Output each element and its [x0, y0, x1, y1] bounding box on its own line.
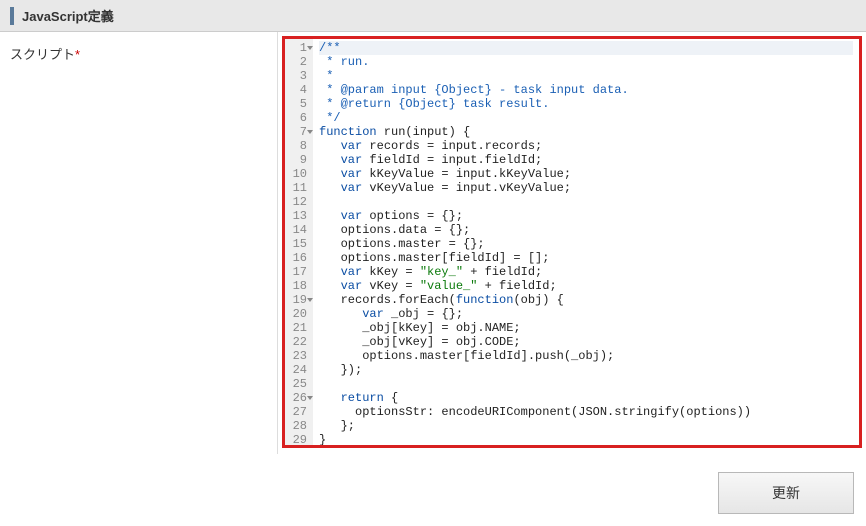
footer: 更新: [0, 454, 866, 526]
code-line[interactable]: *: [319, 69, 853, 83]
line-number: 30: [289, 447, 307, 448]
section-header: JavaScript定義: [0, 0, 866, 32]
right-pane: 1234567891011121314151617181920212223242…: [278, 32, 866, 454]
code-line[interactable]: options.data = {};: [319, 223, 853, 237]
line-number: 2: [289, 55, 307, 69]
code-line[interactable]: optionsStr: encodeURIComponent(JSON.stri…: [319, 405, 853, 419]
script-label: スクリプト: [10, 47, 75, 62]
line-number: 27: [289, 405, 307, 419]
code-body[interactable]: /** * run. * * @param input {Object} - t…: [313, 39, 859, 448]
left-pane: スクリプト*: [0, 32, 278, 454]
code-line[interactable]: * @return {Object} task result.: [319, 97, 853, 111]
code-line[interactable]: options.master[fieldId] = [];: [319, 251, 853, 265]
code-line[interactable]: return {: [319, 391, 853, 405]
code-line[interactable]: var vKeyValue = input.vKeyValue;: [319, 181, 853, 195]
code-line[interactable]: /**: [319, 41, 853, 55]
line-number: 17: [289, 265, 307, 279]
code-line[interactable]: [319, 447, 853, 448]
line-number: 23: [289, 349, 307, 363]
code-line[interactable]: var options = {};: [319, 209, 853, 223]
line-number: 10: [289, 167, 307, 181]
code-line[interactable]: * @param input {Object} - task input dat…: [319, 83, 853, 97]
line-number: 22: [289, 335, 307, 349]
header-accent: [10, 7, 14, 25]
line-number: 13: [289, 209, 307, 223]
code-line[interactable]: }: [319, 433, 853, 447]
line-number: 12: [289, 195, 307, 209]
line-number: 4: [289, 83, 307, 97]
line-gutter: 1234567891011121314151617181920212223242…: [285, 39, 313, 448]
code-line[interactable]: _obj[kKey] = obj.NAME;: [319, 321, 853, 335]
code-line[interactable]: });: [319, 363, 853, 377]
code-line[interactable]: */: [319, 111, 853, 125]
code-line[interactable]: function run(input) {: [319, 125, 853, 139]
code-line[interactable]: var kKey = "key_" + fieldId;: [319, 265, 853, 279]
code-line[interactable]: * run.: [319, 55, 853, 69]
line-number: 6: [289, 111, 307, 125]
code-line[interactable]: var _obj = {};: [319, 307, 853, 321]
line-number: 18: [289, 279, 307, 293]
line-number: 25: [289, 377, 307, 391]
line-number: 9: [289, 153, 307, 167]
code-line[interactable]: var kKeyValue = input.kKeyValue;: [319, 167, 853, 181]
line-number: 29: [289, 433, 307, 447]
line-number: 16: [289, 251, 307, 265]
line-number: 20: [289, 307, 307, 321]
header-title: JavaScript定義: [22, 6, 114, 25]
line-number: 26: [289, 391, 307, 405]
line-number: 21: [289, 321, 307, 335]
line-number: 7: [289, 125, 307, 139]
code-line[interactable]: var fieldId = input.fieldId;: [319, 153, 853, 167]
line-number: 8: [289, 139, 307, 153]
required-mark: *: [75, 47, 80, 62]
code-line[interactable]: var records = input.records;: [319, 139, 853, 153]
line-number: 28: [289, 419, 307, 433]
code-line[interactable]: options.master[fieldId].push(_obj);: [319, 349, 853, 363]
update-button[interactable]: 更新: [718, 472, 854, 514]
line-number: 3: [289, 69, 307, 83]
code-line[interactable]: };: [319, 419, 853, 433]
line-number: 14: [289, 223, 307, 237]
content-area: スクリプト* 123456789101112131415161718192021…: [0, 32, 866, 454]
code-line[interactable]: options.master = {};: [319, 237, 853, 251]
line-number: 24: [289, 363, 307, 377]
code-line[interactable]: var vKey = "value_" + fieldId;: [319, 279, 853, 293]
line-number: 1: [289, 41, 307, 55]
code-line[interactable]: _obj[vKey] = obj.CODE;: [319, 335, 853, 349]
code-line[interactable]: [319, 377, 853, 391]
code-line[interactable]: records.forEach(function(obj) {: [319, 293, 853, 307]
line-number: 15: [289, 237, 307, 251]
line-number: 5: [289, 97, 307, 111]
code-line[interactable]: [319, 195, 853, 209]
line-number: 19: [289, 293, 307, 307]
line-number: 11: [289, 181, 307, 195]
code-editor[interactable]: 1234567891011121314151617181920212223242…: [282, 36, 862, 448]
